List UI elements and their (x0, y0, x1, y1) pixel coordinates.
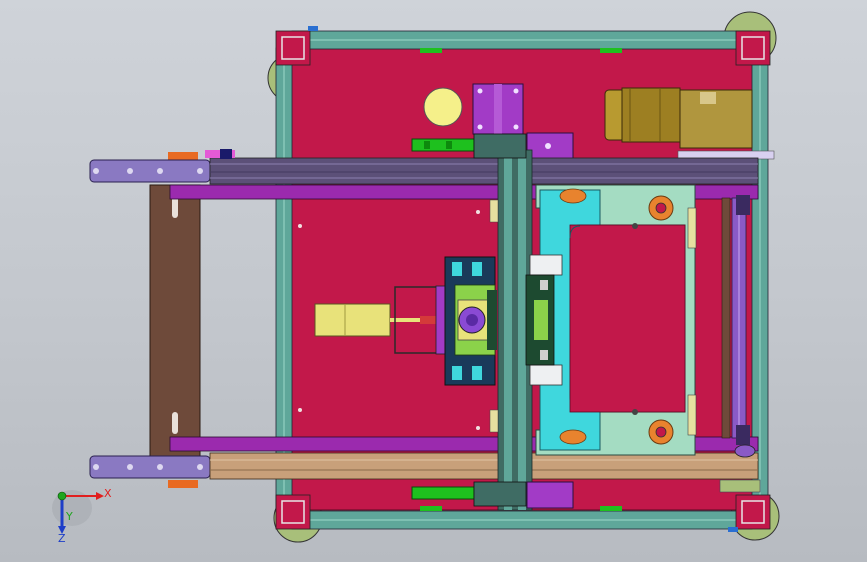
cad-viewport[interactable]: X Y Z (0, 0, 867, 562)
triad-y-label: Y (65, 510, 73, 523)
tan-rail (209, 452, 759, 480)
motor (604, 87, 753, 149)
yellow-cylinder (314, 303, 391, 337)
upper-lavender-bar (89, 159, 211, 183)
coordinate-triad: X Y Z (52, 487, 112, 545)
triad-z-label: Z (58, 532, 66, 545)
frame-corner-tl (275, 30, 311, 66)
triad-origin (57, 491, 67, 501)
round-pad (423, 87, 463, 127)
green-clamp-top (411, 138, 475, 152)
gripper-fixture (525, 184, 697, 456)
frame-corner-br (735, 494, 771, 530)
triad-x-label: X (104, 487, 112, 500)
green-clamp-bottom (411, 486, 475, 500)
frame-corner-bl (275, 494, 311, 530)
orange-pad-bottom (559, 429, 587, 445)
lower-lavender-bar (89, 455, 211, 479)
assembly-drawing: X Y Z (52, 11, 780, 545)
bracket-cap-bottom (168, 480, 198, 488)
bracket-slot-bottom (172, 412, 178, 434)
purple-block-bottom (526, 481, 574, 509)
orange-pad-top (559, 188, 587, 204)
frame-corner-tr (735, 30, 771, 66)
bracket-cap-top (168, 152, 198, 160)
